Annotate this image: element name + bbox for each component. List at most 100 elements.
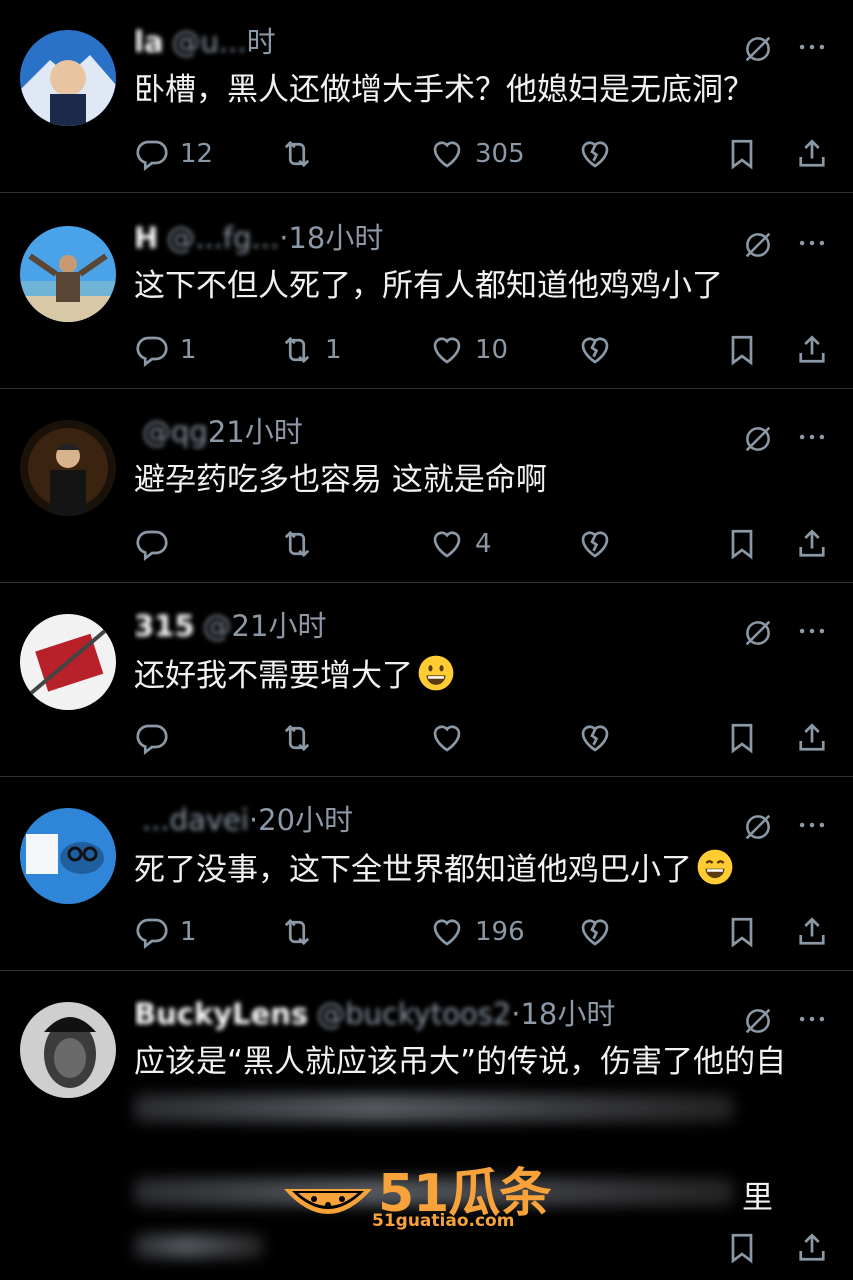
reply-button[interactable] (134, 522, 180, 566)
tweet-text: 还好我不需要增大了 (134, 654, 819, 696)
share-button[interactable] (794, 716, 830, 760)
username[interactable]: @ (203, 609, 232, 643)
bookmark-button[interactable] (724, 328, 760, 372)
action-bar: 1 196 (134, 910, 833, 954)
avatar[interactable] (20, 808, 116, 904)
dislike-button[interactable] (577, 716, 613, 760)
share-button[interactable] (794, 132, 830, 176)
reply-icon (134, 332, 170, 368)
more-icon[interactable] (795, 614, 829, 648)
grok-icon[interactable] (741, 616, 775, 650)
retweet-button[interactable] (279, 910, 325, 954)
tweet-header: ...davei·20小时 (134, 800, 683, 840)
bookmark-button[interactable] (724, 132, 760, 176)
like-count: 10 (475, 335, 509, 365)
bookmark-button[interactable] (724, 522, 760, 566)
like-button[interactable] (429, 716, 475, 760)
retweet-button[interactable] (279, 716, 325, 760)
display-name[interactable]: 315 (134, 609, 195, 643)
dislike-button[interactable] (577, 910, 613, 954)
more-icon[interactable] (795, 1002, 829, 1036)
username[interactable]: @qg (142, 415, 208, 449)
share-button[interactable] (794, 522, 830, 566)
grok-icon[interactable] (741, 422, 775, 456)
like-button[interactable]: 10 (429, 328, 508, 372)
share-icon (794, 914, 830, 950)
avatar[interactable] (20, 614, 116, 710)
timestamp[interactable]: 21小时 (232, 609, 327, 643)
share-button[interactable] (794, 910, 830, 954)
timestamp[interactable]: ·18小时 (511, 997, 615, 1031)
tweet[interactable]: 315 @21小时 还好我不需要增大了 (0, 584, 853, 777)
like-button[interactable]: 4 (429, 522, 492, 566)
tweet-text-body: 还好我不需要增大了 (134, 658, 413, 694)
username[interactable]: @u... (172, 25, 247, 59)
share-icon (794, 1230, 830, 1266)
broken-heart-icon (577, 526, 613, 562)
retweet-icon (279, 720, 315, 756)
share-button[interactable] (794, 1226, 830, 1270)
tweet[interactable]: H @...fg...·18小时 这下不但人死了，所有人都知道他鸡鸡小了 1 1 … (0, 196, 853, 389)
tweet[interactable]: @qg21小时 避孕药吃多也容易 这就是命啊 4 (0, 390, 853, 583)
tweet-header: 315 @21小时 (134, 606, 683, 646)
bookmark-button[interactable] (724, 716, 760, 760)
username[interactable]: @buckytoos2 (316, 997, 511, 1031)
more-icon[interactable] (795, 226, 829, 260)
heart-icon (429, 914, 465, 950)
grok-icon[interactable] (741, 1004, 775, 1038)
blurred-text-line (134, 1094, 734, 1122)
tweet[interactable]: ...davei·20小时 死了没事，这下全世界都知道他鸡巴小了 1 196 (0, 778, 853, 971)
more-icon[interactable] (795, 420, 829, 454)
dislike-button[interactable] (577, 328, 613, 372)
dislike-button[interactable] (577, 132, 613, 176)
grok-icon[interactable] (741, 32, 775, 66)
avatar[interactable] (20, 226, 116, 322)
bookmark-button[interactable] (724, 1226, 760, 1270)
avatar[interactable] (20, 30, 116, 126)
watermelon-logo-icon (284, 1189, 372, 1214)
grok-icon[interactable] (741, 810, 775, 844)
like-button[interactable]: 305 (429, 132, 525, 176)
retweet-button[interactable] (279, 522, 325, 566)
bookmark-button[interactable] (724, 910, 760, 954)
tweet-text: 这下不但人死了，所有人都知道他鸡鸡小了 (134, 268, 723, 304)
tweet-text-body: 死了没事，这下全世界都知道他鸡巴小了 (134, 852, 692, 888)
reply-button[interactable]: 1 (134, 910, 197, 954)
display-name[interactable]: H (134, 221, 158, 255)
timestamp[interactable]: ·18小时 (279, 221, 383, 255)
more-icon[interactable] (795, 808, 829, 842)
timestamp[interactable]: 21小时 (208, 415, 303, 449)
reply-button[interactable]: 1 (134, 328, 197, 372)
reply-count: 1 (180, 335, 197, 365)
tweet[interactable]: la @u...时 卧槽，黑人还做增大手术？他媳妇是无底洞？ 12 305 (0, 0, 853, 193)
share-button[interactable] (794, 328, 830, 372)
avatar[interactable] (20, 1002, 116, 1098)
timestamp[interactable]: 时 (247, 25, 276, 59)
reply-count: 1 (180, 917, 197, 947)
reply-button[interactable]: 12 (134, 132, 213, 176)
share-icon (794, 720, 830, 756)
tweet-text: 死了没事，这下全世界都知道他鸡巴小了 (134, 848, 819, 890)
timestamp[interactable]: ·20小时 (249, 803, 353, 837)
more-icon[interactable] (795, 30, 829, 64)
dislike-button[interactable] (577, 522, 613, 566)
username[interactable]: @...fg... (166, 221, 279, 255)
reply-icon (134, 914, 170, 950)
action-bar: 4 (134, 522, 833, 566)
grok-icon[interactable] (741, 228, 775, 262)
tweet-text: 应该是“黑人就应该吊大”的传说，伤害了他的自 (134, 1044, 787, 1080)
username[interactable]: ...davei (142, 803, 249, 837)
retweet-button[interactable]: 1 (279, 328, 342, 372)
display-name[interactable]: la (134, 25, 164, 59)
avatar[interactable] (20, 420, 116, 516)
action-bar: 1 1 10 (134, 328, 833, 372)
reply-icon (134, 136, 170, 172)
heart-icon (429, 332, 465, 368)
tweet-header: @qg21小时 (134, 412, 683, 452)
heart-icon (429, 720, 465, 756)
retweet-button[interactable] (279, 132, 325, 176)
display-name[interactable]: BuckyLens (134, 997, 308, 1031)
reply-button[interactable] (134, 716, 180, 760)
bookmark-icon (724, 526, 760, 562)
like-button[interactable]: 196 (429, 910, 525, 954)
